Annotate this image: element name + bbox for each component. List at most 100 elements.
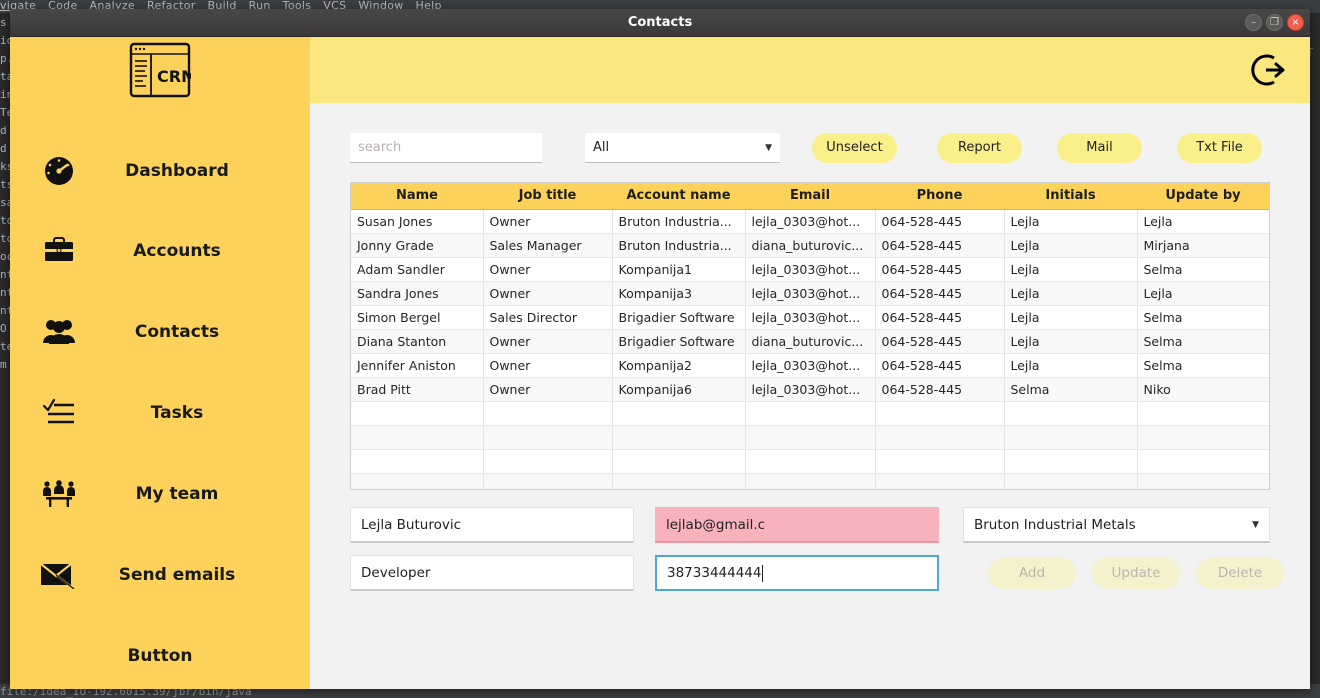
filter-dropdown[interactable]: All ▼ [585,133,780,163]
table-cell: diana_buturovic... [745,233,876,258]
sidebar-item-accounts[interactable]: Accounts [10,229,310,273]
table-cell [612,425,746,450]
table-cell: lejla_0303@hot... [745,305,876,330]
search-input[interactable] [350,133,542,163]
toolbar: All ▼ Unselect Report Mail Txt File [350,133,1270,163]
table-column-header[interactable]: Job title [483,183,612,210]
close-icon[interactable]: × [1287,14,1304,31]
table-body: Susan Jones Owner Bruton Industria... lejla… [351,209,1269,489]
job-title-field[interactable]: Developer [350,555,634,591]
table-cell: Simon Bergel [351,305,484,330]
table-cell: Kompanija6 [612,377,746,402]
email-field[interactable]: lejlab@gmail.c [655,507,939,543]
sidebar-item-button[interactable]: Button [10,634,310,678]
table-cell [351,401,484,426]
sidebar-item-label: Send emails [118,565,236,585]
phone-field[interactable]: 38733444444 [655,555,939,591]
window-title: Contacts [627,15,693,30]
unselect-button[interactable]: Unselect [812,133,897,163]
table-row[interactable]: Brad Pitt Owner Kompanija6 lejla_0303@hot..… [351,377,1269,402]
table-row[interactable] [351,425,1269,450]
table-column-header[interactable]: Update by [1137,183,1269,210]
table-cell: Brigadier Software [612,305,746,330]
table-cell [1137,425,1269,450]
app-logo: CRM [10,37,310,103]
table-cell: Lejla [1004,209,1138,234]
sidebar-item-my-team[interactable]: My team [10,472,310,516]
table-row[interactable]: Adam Sandler Owner Kompanija1 lejla_0303@ho… [351,257,1269,282]
table-cell [1004,473,1138,489]
account-dropdown[interactable]: Bruton Industrial Metals ▼ [963,507,1270,543]
sidebar-item-send-emails[interactable]: Send emails [10,553,310,597]
table-row[interactable]: Jennifer Aniston Owner Kompanija2 lejla_030… [351,353,1269,378]
table-cell: Sales Director [483,305,613,330]
table-row[interactable] [351,473,1269,489]
table-row[interactable]: Jonny Grade Sales Manager Bruton Industria… [351,233,1269,258]
table-cell: Lejla [1137,209,1269,234]
sidebar-item-label: Contacts [134,322,220,342]
table-cell: lejla_0303@hot... [745,353,876,378]
logout-icon[interactable] [1250,51,1288,89]
table-cell [745,449,876,474]
table-cell: lejla_0303@hot... [745,377,876,402]
table-row[interactable]: Sandra Jones Owner Kompanija3 lejla_0303@ho… [351,281,1269,306]
window-title-bar[interactable]: Contacts – ❐ × [10,9,1310,37]
table-cell [875,473,1005,489]
table-cell [612,473,746,489]
table-column-header[interactable]: Account name [612,183,745,210]
sidebar-item-label: Tasks [150,403,204,423]
table-row[interactable] [351,449,1269,474]
table-cell: 064-528-445 [875,281,1005,306]
table-column-header[interactable]: Initials [1004,183,1137,210]
table-cell: Susan Jones [351,209,484,234]
table-cell [745,401,876,426]
team-icon [28,479,90,509]
table-cell: Adam Sandler [351,257,484,282]
job-title-field-value: Developer [361,564,431,581]
sidebar-item-label: My team [135,484,219,504]
maximize-icon[interactable]: ❐ [1266,14,1283,31]
table-cell: Lejla [1004,233,1138,258]
table-column-header[interactable]: Email [745,183,875,210]
sidebar-item-label: Dashboard [125,161,229,181]
chevron-down-icon: ▼ [765,142,772,153]
sidebar-item-dashboard[interactable]: Dashboard [10,149,310,193]
table-row[interactable]: Simon Bergel Sales Director Brigadier Soft… [351,305,1269,330]
table-row[interactable] [351,401,1269,426]
table-cell: Sandra Jones [351,281,484,306]
table-cell [1004,401,1138,426]
table-cell: Niko [1137,377,1269,402]
table-cell: Jennifer Aniston [351,353,484,378]
report-button[interactable]: Report [937,133,1022,163]
table-header: Name Job title Account name Email Phone Initi… [351,183,1269,210]
contacts-table-container[interactable]: Name Job title Account name Email Phone Initi… [350,182,1270,490]
txt-file-button[interactable]: Txt File [1177,133,1262,163]
table-cell: Sales Manager [483,233,613,258]
table-cell: Selma [1137,257,1269,282]
table-cell: Owner [483,377,613,402]
app-body: CRM Dashboard Accounts Contacts Tasks My… [10,37,1310,689]
table-cell: Selma [1137,329,1269,354]
table-cell: Owner [483,209,613,234]
table-cell [351,473,484,489]
table-cell: Lejla [1004,305,1138,330]
table-cell [875,401,1005,426]
table-row[interactable]: Susan Jones Owner Bruton Industria... lejla… [351,209,1269,234]
sidebar-item-tasks[interactable]: Tasks [10,391,310,435]
svg-text:CRM: CRM [157,67,191,86]
sidebar-item-contacts[interactable]: Contacts [10,310,310,354]
update-button[interactable]: Update [1092,557,1180,589]
table-cell [875,449,1005,474]
table-column-header[interactable]: Phone [875,183,1004,210]
delete-button[interactable]: Delete [1196,557,1284,589]
table-row[interactable]: Diana Stanton Owner Brigadier Software dian… [351,329,1269,354]
table-cell: lejla_0303@hot... [745,209,876,234]
mail-button[interactable]: Mail [1057,133,1142,163]
table-column-header[interactable]: Name [351,183,483,210]
add-button[interactable]: Add [988,557,1076,589]
table-cell: Selma [1137,353,1269,378]
people-icon [28,317,90,347]
name-field[interactable]: Lejla Buturovic [350,507,634,543]
minimize-icon[interactable]: – [1245,14,1262,31]
table-cell [1004,449,1138,474]
